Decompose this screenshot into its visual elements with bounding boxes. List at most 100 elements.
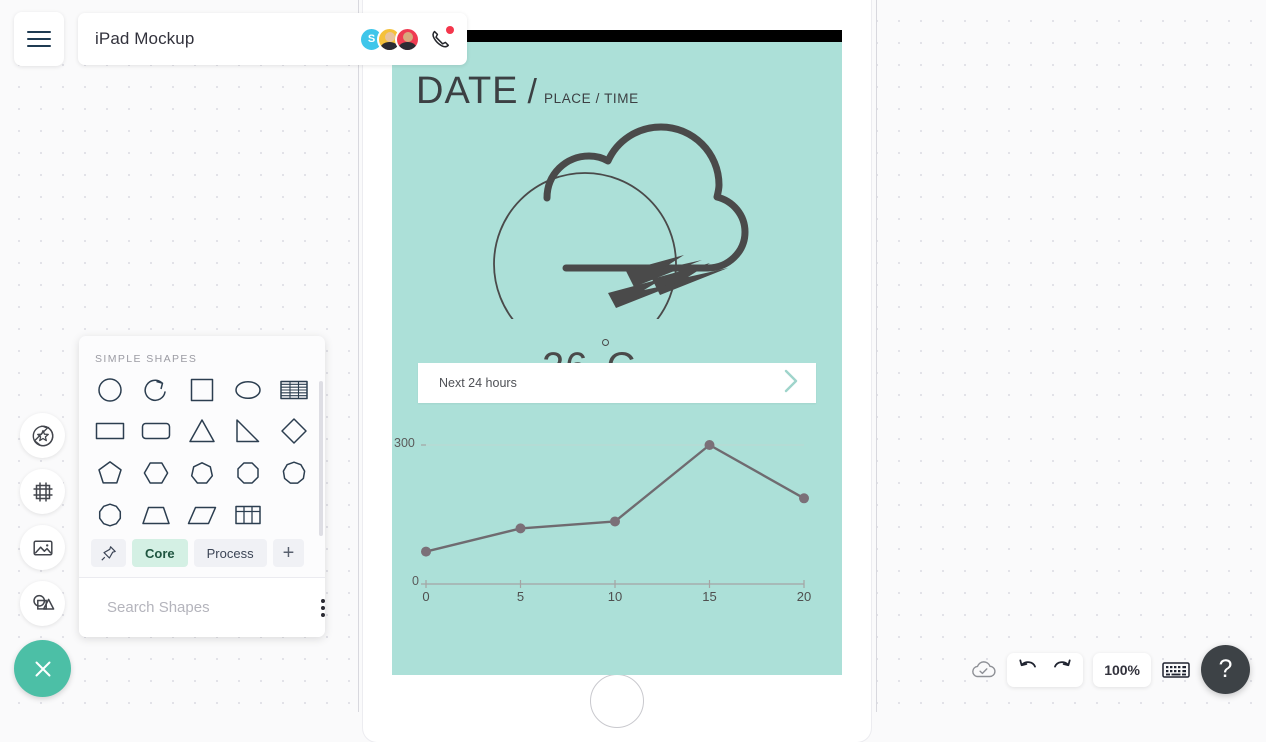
chart-data-point [516, 523, 526, 533]
trapezoid-shape-icon [140, 499, 172, 531]
ipad-mockup-frame[interactable]: DATE / PLACE / TIME 26C [363, 0, 871, 742]
pin-icon [100, 545, 117, 562]
diamond-shape-icon [278, 415, 310, 447]
undo-redo-group[interactable] [1007, 653, 1083, 687]
shapes-panel-tabs[interactable]: Core Process + [79, 533, 325, 577]
avatar-initial: S [368, 33, 375, 45]
canvas-guide-left [358, 0, 359, 712]
chart-xtick-20: 20 [797, 589, 811, 604]
document-title-bar[interactable]: iPad Mockup S [78, 13, 467, 65]
chart-xtick-0: 0 [422, 589, 429, 604]
shape-item-trapezoid[interactable] [133, 498, 179, 531]
zoom-level-button[interactable]: 100% [1093, 653, 1151, 687]
rectangle-shape-icon [94, 415, 126, 447]
parallelogram-shape-icon [186, 499, 218, 531]
forecast-line-chart: 300 0 05101520 [392, 429, 842, 599]
right-triangle-shape-icon [232, 415, 264, 447]
canvas-guide-right [876, 0, 877, 712]
keyboard-icon [1161, 659, 1191, 680]
shapes-search-row[interactable] [79, 577, 325, 637]
date-main-text: DATE [416, 70, 519, 113]
shape-item-octagon[interactable] [225, 457, 271, 490]
shape-item-nonagon[interactable] [271, 457, 317, 490]
chart-data-point [705, 440, 715, 450]
keyboard-shortcuts-button[interactable] [1161, 659, 1191, 680]
shapes-tab-pinned[interactable] [91, 539, 126, 567]
undo-icon[interactable] [1018, 658, 1039, 681]
shape-item-parallelogram[interactable] [179, 498, 225, 531]
next-24-hours-label: Next 24 hours [439, 376, 782, 390]
sticker-tool-button[interactable] [20, 413, 65, 458]
shape-item-heptagon[interactable] [179, 457, 225, 490]
shapes-panel-scrollbar[interactable] [319, 381, 323, 536]
document-title[interactable]: iPad Mockup [95, 29, 359, 49]
chart-ytick-0: 0 [412, 574, 419, 588]
frame-icon [31, 480, 55, 504]
shapes-library-panel[interactable]: SIMPLE SHAPES Core Process + [79, 336, 325, 637]
shape-item-ellipse[interactable] [225, 373, 271, 406]
help-button[interactable]: ? [1201, 645, 1250, 694]
decagon-shape-icon [94, 499, 126, 531]
shape-item-rectangle[interactable] [87, 415, 133, 448]
image-tool-button[interactable] [20, 525, 65, 570]
start-call-button[interactable] [429, 27, 453, 51]
degree-symbol-icon [602, 339, 609, 346]
shapes-tab-add-button[interactable]: + [273, 539, 305, 567]
shape-item-hexagon[interactable] [133, 457, 179, 490]
chart-xtick-10: 10 [608, 589, 622, 604]
hamburger-menu-button[interactable] [14, 12, 64, 66]
shape-item-square[interactable] [179, 373, 225, 406]
shape-item-arc-arrow[interactable] [133, 373, 179, 406]
shape-item-table-striped[interactable] [271, 373, 317, 406]
cloud-check-icon[interactable] [969, 659, 997, 681]
zoom-level-label: 100% [1104, 662, 1140, 678]
ellipse-shape-icon [232, 374, 264, 406]
redo-icon[interactable] [1051, 658, 1072, 681]
chart-data-point [799, 493, 809, 503]
nonagon-shape-icon [278, 457, 310, 489]
shapes-panel-header: SIMPLE SHAPES [79, 336, 325, 373]
circle-shape-icon [94, 374, 126, 406]
rounded-rectangle-shape-icon [140, 415, 172, 447]
shape-item-rounded-rectangle[interactable] [133, 415, 179, 448]
triangle-shape-icon [186, 415, 218, 447]
weather-illustration: 26C [392, 113, 842, 363]
search-input[interactable] [107, 599, 306, 616]
shapes-icon [30, 591, 56, 617]
shapes-tab-core[interactable]: Core [132, 539, 188, 567]
chevron-right-icon [782, 368, 800, 399]
chart-xtick-5: 5 [517, 589, 524, 604]
chart-data-point [421, 547, 431, 557]
next-24-hours-button[interactable]: Next 24 hours [418, 363, 816, 403]
shape-item-diamond[interactable] [271, 415, 317, 448]
arc-arrow-shape-icon [140, 374, 172, 406]
cloud-lightning-icon [484, 119, 756, 319]
bottom-right-toolbar: 100% ? [969, 645, 1250, 694]
shape-item-right-triangle[interactable] [225, 415, 271, 448]
shape-item-table-grid[interactable] [225, 498, 271, 531]
shape-item-triangle[interactable] [179, 415, 225, 448]
shapes-tab-process[interactable]: Process [194, 539, 267, 567]
table-striped-shape-icon [278, 374, 310, 406]
close-icon [30, 656, 56, 682]
hamburger-menu-icon [27, 27, 51, 52]
kebab-menu-icon[interactable] [317, 595, 325, 621]
left-toolbar [20, 413, 65, 626]
square-shape-icon [186, 374, 218, 406]
image-icon [31, 536, 55, 560]
shapes-grid[interactable] [79, 373, 325, 533]
close-panel-button[interactable] [14, 640, 71, 697]
chart-ytick-300: 300 [394, 436, 415, 450]
frame-tool-button[interactable] [20, 469, 65, 514]
avatar[interactable] [395, 27, 420, 52]
chart-xtick-15: 15 [702, 589, 716, 604]
date-separator: / [528, 73, 537, 112]
shape-item-circle[interactable] [87, 373, 133, 406]
collaborator-avatars: S [359, 27, 420, 52]
shape-item-decagon[interactable] [87, 498, 133, 531]
sticker-icon [31, 424, 55, 448]
shape-item-pentagon[interactable] [87, 457, 133, 490]
heptagon-shape-icon [186, 457, 218, 489]
ipad-home-button [590, 674, 644, 728]
shapes-tool-button[interactable] [20, 581, 65, 626]
